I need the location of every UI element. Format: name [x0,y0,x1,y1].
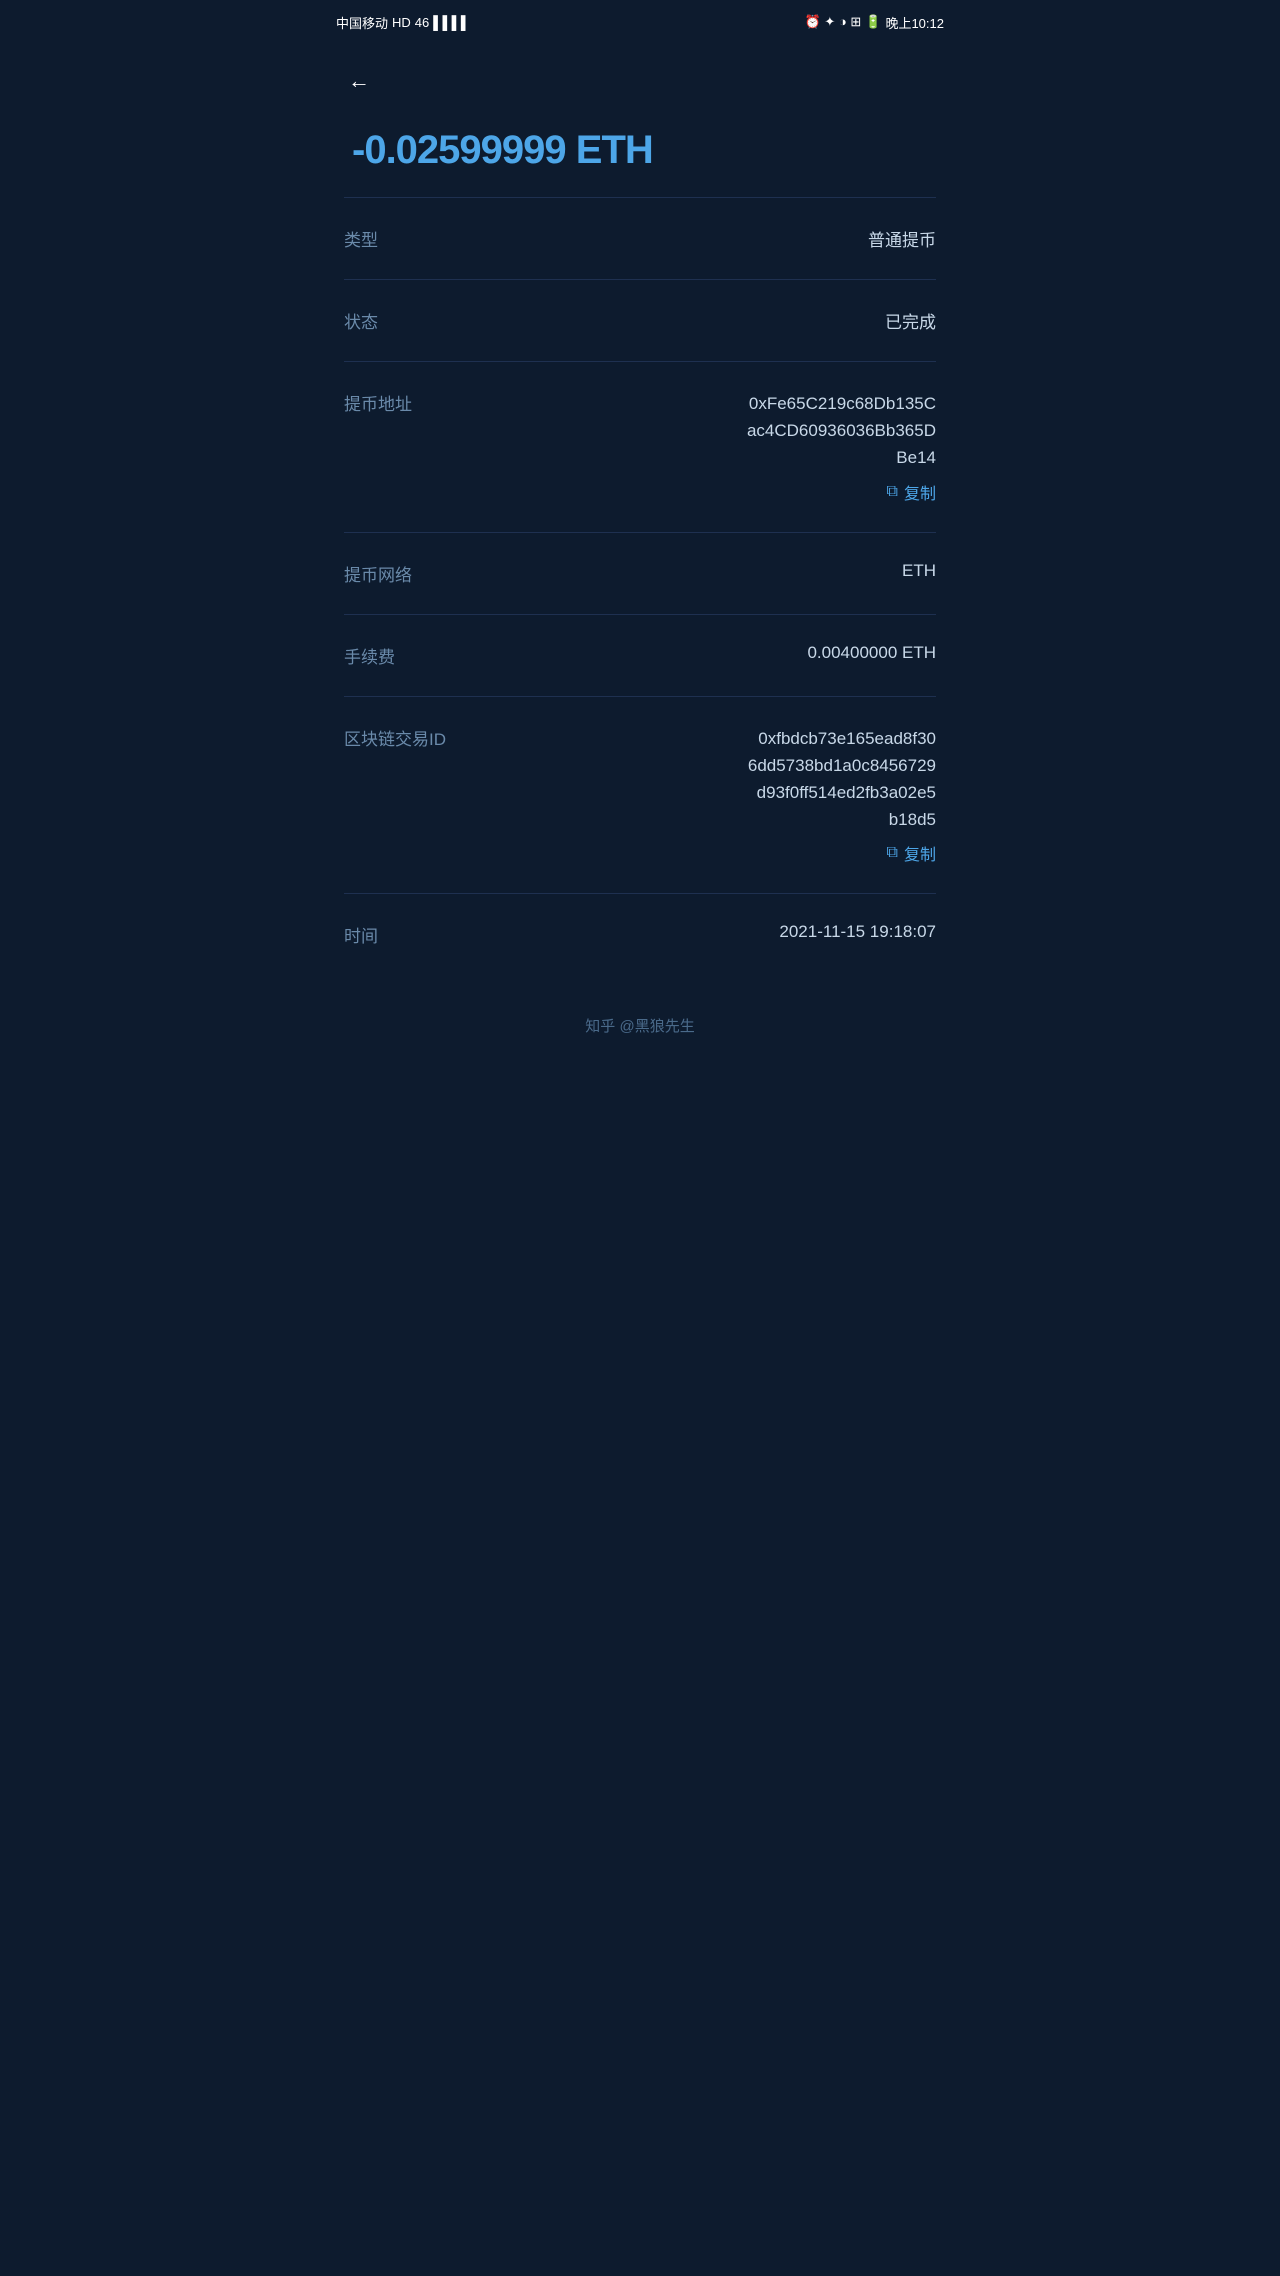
fee-value: 0.00400000 ETH [460,643,936,663]
txid-value-container: 0xfbdcb73e165ead8f306dd5738bd1a0c8456729… [462,725,936,866]
watermark: 知乎 @黑狼先生 [320,975,960,1056]
header: ← [320,44,960,108]
network-value: ETH [460,561,936,581]
battery-icon: 🔋 [865,14,881,30]
status-bar-right: ⏰ ✦ ◑ ⊞ 🔋 晚上10:12 [805,13,944,32]
address-text: 0xFe65C219c68Db135Cac4CD60936036Bb365DBe… [460,390,936,472]
copy-icon: ⧉ [887,483,898,501]
info-section: 类型 普通提币 状态 已完成 提币地址 0xFe65C219c68Db135Ca… [320,198,960,975]
back-button[interactable]: ← [344,64,374,98]
status-label: 状态 [344,308,444,333]
address-value-container: 0xFe65C219c68Db135Cac4CD60936036Bb365DBe… [460,390,936,504]
txid-copy-icon: ⧉ [887,844,898,862]
txid-row: 区块链交易ID 0xfbdcb73e165ead8f306dd5738bd1a0… [344,697,936,895]
network-label: 提币网络 [344,561,444,586]
watermark-text: 知乎 @黑狼先生 [585,1018,694,1035]
amount-section: -0.02599999 ETH [320,108,960,197]
time-label: 晚上10:12 [885,13,944,32]
address-copy-button[interactable]: ⧉ 复制 [460,480,936,504]
txid-text: 0xfbdcb73e165ead8f306dd5738bd1a0c8456729… [462,725,936,834]
type-row: 类型 普通提币 [344,198,936,280]
fee-row: 手续费 0.00400000 ETH [344,615,936,697]
type-value: 普通提币 [460,226,936,251]
icons-area: ⏰ ✦ ◑ ⊞ [805,14,862,30]
status-bar: 中国移动 HD 46 ▌▌▌▌ ⏰ ✦ ◑ ⊞ 🔋 晚上10:12 [320,0,960,44]
address-row: 提币地址 0xFe65C219c68Db135Cac4CD60936036Bb3… [344,362,936,533]
txid-copy-button[interactable]: ⧉ 复制 [462,841,936,865]
fee-label: 手续费 [344,643,444,668]
time-label: 时间 [344,922,444,947]
status-value: 已完成 [460,308,936,333]
txid-copy-label: 复制 [904,841,936,865]
amount-value: -0.02599999 ETH [352,128,928,173]
hd-badge: HD [392,15,411,30]
status-row: 状态 已完成 [344,280,936,362]
txid-label: 区块链交易ID [344,725,446,750]
status-bar-left: 中国移动 HD 46 ▌▌▌▌ [336,13,470,32]
type-label: 类型 [344,226,444,251]
network-type: 46 [415,15,429,30]
carrier-label: 中国移动 [336,13,388,32]
signal-icon: ▌▌▌▌ [433,15,470,30]
network-row: 提币网络 ETH [344,533,936,615]
address-copy-label: 复制 [904,480,936,504]
time-row: 时间 2021-11-15 19:18:07 [344,894,936,975]
address-label: 提币地址 [344,390,444,415]
time-value: 2021-11-15 19:18:07 [460,922,936,942]
